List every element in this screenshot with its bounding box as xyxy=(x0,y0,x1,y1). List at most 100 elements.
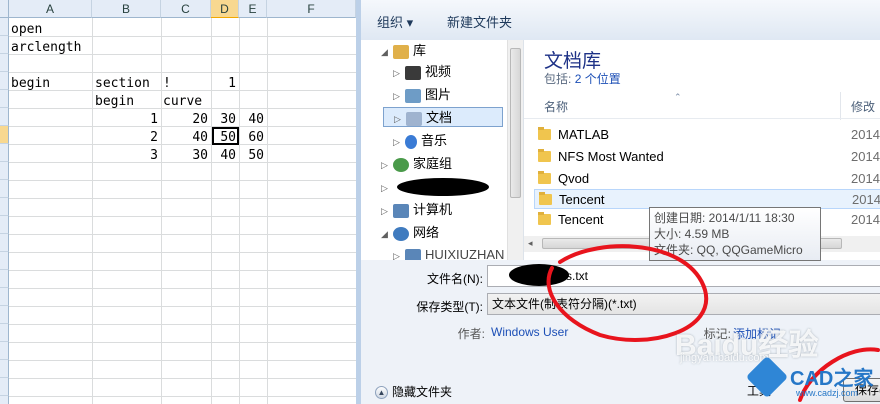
row-header[interactable] xyxy=(0,54,9,72)
file-date: 2014 xyxy=(851,171,880,186)
row-header[interactable] xyxy=(0,72,9,90)
column-header-c[interactable]: C xyxy=(161,0,211,18)
row-header[interactable] xyxy=(0,18,9,36)
tree-scrollbar[interactable] xyxy=(507,40,523,260)
dialog-toolbar: 组织 ▾ 新建文件夹 xyxy=(361,0,880,41)
row-header[interactable] xyxy=(0,198,9,216)
cell-e6[interactable]: 40 xyxy=(239,111,267,129)
column-header-name[interactable]: 名称 xyxy=(544,98,568,115)
collapsed-arrow-icon[interactable]: ▷ xyxy=(381,201,393,221)
tree-item-network[interactable]: ◢ 网络 xyxy=(381,223,439,243)
column-header-modified[interactable]: 修改 xyxy=(851,98,875,115)
column-divider[interactable] xyxy=(840,92,841,120)
author-value[interactable]: Windows User xyxy=(491,325,568,339)
tree-item-libraries[interactable]: ◢ 库 xyxy=(381,41,426,61)
tree-item-music[interactable]: ▷ 音乐 xyxy=(393,131,447,151)
tree-scrollbar-thumb[interactable] xyxy=(510,48,521,198)
cell-b5[interactable]: begin xyxy=(95,93,134,111)
grid-line xyxy=(9,90,356,91)
redaction-scribble xyxy=(397,178,489,196)
row-header[interactable] xyxy=(0,90,9,108)
cell-c4[interactable]: ! xyxy=(163,75,171,93)
cell-a1[interactable]: open xyxy=(11,21,42,39)
includes-locations-link[interactable]: 2 个位置 xyxy=(575,72,621,86)
cell-b7[interactable]: 2 xyxy=(92,129,161,147)
list-item[interactable]: Qvod 2014 xyxy=(534,169,880,189)
cell-c6[interactable]: 20 xyxy=(161,111,211,129)
collapse-up-icon: ▲ xyxy=(375,386,388,400)
row-header[interactable] xyxy=(0,378,9,396)
tree-item-pictures[interactable]: ▷ 图片 xyxy=(393,85,451,105)
cell-e8[interactable]: 50 xyxy=(239,147,267,165)
collapsed-arrow-icon[interactable]: ▷ xyxy=(393,132,405,152)
cell-b8[interactable]: 3 xyxy=(92,147,161,165)
row-header[interactable] xyxy=(0,342,9,360)
row-header[interactable] xyxy=(0,108,9,126)
collapsed-arrow-icon[interactable]: ▷ xyxy=(393,246,405,260)
collapsed-arrow-icon[interactable]: ▷ xyxy=(394,109,406,129)
tree-item-network-pc[interactable]: ▷ HUIXIUZHAN xyxy=(393,245,504,260)
list-item-hovered[interactable]: Tencent 2014 xyxy=(534,189,880,209)
row-header[interactable] xyxy=(0,360,9,378)
cell-c8[interactable]: 30 xyxy=(161,147,211,165)
includes-label: 包括: xyxy=(544,72,572,86)
author-label: 作者: xyxy=(457,327,485,341)
cell-b4[interactable]: section xyxy=(95,75,150,93)
row-header[interactable] xyxy=(0,270,9,288)
grid-line xyxy=(9,270,356,271)
row-header[interactable] xyxy=(0,306,9,324)
cell-d4[interactable]: 1 xyxy=(211,75,239,93)
column-header-a[interactable]: A xyxy=(9,0,92,18)
cell-e7[interactable]: 60 xyxy=(239,129,267,147)
select-all-corner[interactable] xyxy=(0,0,9,18)
grid-line xyxy=(161,18,162,404)
row-header[interactable] xyxy=(0,162,9,180)
row-header[interactable] xyxy=(0,252,9,270)
row-header[interactable] xyxy=(0,234,9,252)
grid-line xyxy=(9,234,356,235)
cell-b6[interactable]: 1 xyxy=(92,111,161,129)
row-header[interactable] xyxy=(0,36,9,54)
collapsed-arrow-icon[interactable]: ▷ xyxy=(393,63,405,83)
cell-d8[interactable]: 40 xyxy=(211,147,239,165)
cell-c5[interactable]: curve xyxy=(163,93,202,111)
collapsed-arrow-icon[interactable]: ▷ xyxy=(393,86,405,106)
cell-a2[interactable]: arclength xyxy=(11,39,81,57)
row-header[interactable] xyxy=(0,288,9,306)
tree-item-documents[interactable]: ▷ 文档 xyxy=(383,107,503,127)
cell-c7[interactable]: 40 xyxy=(161,129,211,147)
list-item[interactable]: NFS Most Wanted 2014 xyxy=(534,147,880,167)
tree-item-computer[interactable]: ▷ 计算机 xyxy=(381,200,452,220)
tree-item-redacted[interactable]: ▷ xyxy=(381,177,393,197)
column-header-e[interactable]: E xyxy=(239,0,267,18)
row-header[interactable] xyxy=(0,324,9,342)
collapsed-arrow-icon[interactable]: ▷ xyxy=(381,155,393,175)
collapsed-arrow-icon[interactable]: ▷ xyxy=(381,178,393,198)
hide-folders-button[interactable]: ▲ 隐藏文件夹 xyxy=(375,383,452,400)
expanded-arrow-icon[interactable]: ◢ xyxy=(381,42,393,62)
row-header[interactable] xyxy=(0,216,9,234)
cell-a4[interactable]: begin xyxy=(11,75,50,93)
column-header-f[interactable]: F xyxy=(267,0,356,18)
list-item[interactable]: MATLAB 2014 xyxy=(534,125,880,145)
scroll-left-icon[interactable]: ◂ xyxy=(528,238,533,249)
row-header[interactable] xyxy=(0,144,9,162)
grid-line xyxy=(9,36,356,37)
tree-item-videos[interactable]: ▷ 视频 xyxy=(393,62,451,82)
video-icon xyxy=(405,65,421,80)
row-header[interactable] xyxy=(0,180,9,198)
column-header-d[interactable]: D xyxy=(211,0,239,18)
new-folder-button[interactable]: 新建文件夹 xyxy=(447,12,512,31)
tree-item-homegroup[interactable]: ▷ 家庭组 xyxy=(381,154,452,174)
organize-button[interactable]: 组织 ▾ xyxy=(377,12,413,31)
row-header[interactable] xyxy=(0,396,9,404)
row-header-selected[interactable] xyxy=(0,126,9,144)
grid-line xyxy=(9,306,356,307)
folder-icon xyxy=(538,171,551,184)
filetype-select[interactable]: 文本文件(制表符分隔)(*.txt) xyxy=(487,293,880,315)
grid-line xyxy=(9,396,356,397)
cad-watermark: CAD之家 xyxy=(790,368,874,390)
sort-ascending-icon: ⌃ xyxy=(674,92,682,102)
expanded-arrow-icon[interactable]: ◢ xyxy=(381,224,393,244)
column-header-b[interactable]: B xyxy=(92,0,161,18)
